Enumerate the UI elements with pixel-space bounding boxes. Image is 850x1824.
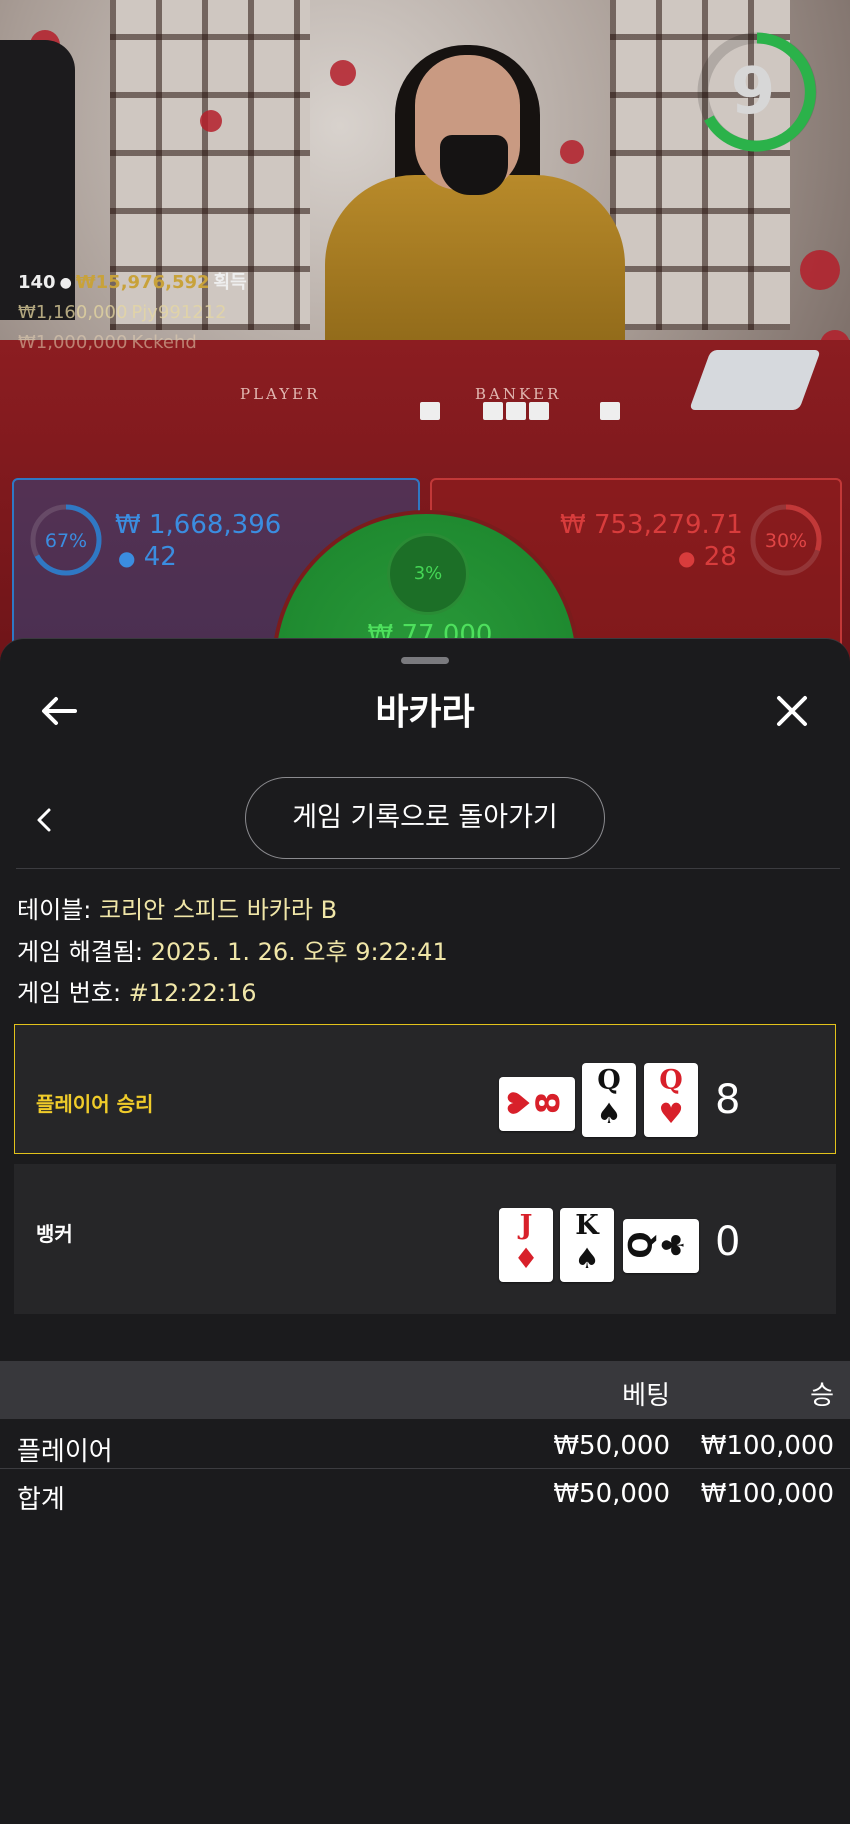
row-win: ₩100,000 [700, 1431, 834, 1461]
card-rank: J [519, 1210, 533, 1241]
card-suit: ♠ [596, 1097, 622, 1130]
banker-result-panel: 뱅커 J ♦ K ♠ Q ♣ 0 [14, 1164, 836, 1314]
player-score: 8 [715, 1077, 741, 1123]
card-rank: Q [597, 1065, 621, 1096]
card-rank: Q [659, 1065, 683, 1096]
divider [16, 868, 840, 869]
chevron-left-icon[interactable] [24, 798, 64, 842]
bets-table-header: 베팅 승 [0, 1361, 850, 1419]
row-name: 플레이어 [17, 1437, 113, 1467]
table-word-banker: BANKER [475, 385, 562, 403]
banker-result-label: 뱅커 [36, 1222, 73, 1246]
game-number-label: 게임 번호: [17, 979, 129, 1007]
banker-score: 0 [715, 1219, 741, 1265]
winner-name: Kckehd [131, 332, 197, 353]
card-suit: ♣ [656, 1231, 692, 1259]
live-video-stream: PLAYER BANKER 9 140 ● ₩15,976,592 획득 ₩1,… [0, 0, 850, 680]
user-icon: ● [118, 546, 136, 570]
table-row: 플레이어 ₩50,000 ₩100,000 [0, 1421, 850, 1469]
playing-card: Q ♥ [644, 1063, 698, 1137]
player-bettors: ● 42 [118, 542, 177, 572]
total-bet: ₩50,000 [553, 1479, 670, 1509]
blossom-decor [560, 140, 584, 164]
card-shoe [689, 350, 821, 410]
banker-bet-amount: ₩ 753,279.71 [560, 510, 743, 540]
banker-percent: 30% [764, 530, 808, 552]
dealt-card [529, 402, 549, 420]
blossom-decor [200, 110, 222, 132]
player-result-label: 플레이어 승리 [36, 1092, 154, 1116]
winner-amount: ₩1,160,000 [18, 302, 128, 323]
table-word-player: PLAYER [240, 385, 321, 403]
playing-card: K ♠ [560, 1208, 614, 1282]
player-bettors-count: 42 [143, 542, 177, 572]
divider [0, 1468, 850, 1469]
playing-card: J ♦ [499, 1208, 553, 1282]
resolved-info: 게임 해결됨: 2025. 1. 26. 오후 9:22:41 [17, 932, 448, 967]
player-bet-amount: ₩ 1,668,396 [115, 510, 282, 540]
game-number-value: #12:22:16 [128, 979, 257, 1007]
bet-column-header: 베팅 [622, 1381, 670, 1411]
total-won-suffix: 획득 [213, 272, 247, 293]
winner-amount: ₩1,000,000 [18, 332, 128, 353]
countdown-number: 9 [730, 55, 776, 129]
blossom-decor [330, 60, 356, 86]
dealer-mask [440, 135, 508, 195]
banker-bettors: ● 28 [678, 542, 737, 572]
table-total-row: 합계 ₩50,000 ₩100,000 [0, 1471, 850, 1519]
close-icon[interactable] [770, 689, 814, 733]
playing-card: ♥ 8 [499, 1077, 575, 1131]
back-to-history-button[interactable]: 게임 기록으로 돌아가기 [245, 777, 605, 859]
playing-card: Q ♣ [621, 1219, 699, 1273]
winners-stats: 140 ● ₩15,976,592 획득 ₩1,160,000 Pjy99121… [18, 268, 247, 358]
card-suit: ♠ [574, 1242, 600, 1275]
banker-bettors-count: 28 [703, 542, 737, 572]
sheet-title: 바카라 [375, 692, 475, 733]
dealt-card [600, 402, 620, 420]
table-label: 테이블: [17, 896, 99, 924]
total-win: ₩100,000 [700, 1479, 834, 1509]
table-info: 테이블: 코리안 스피드 바카라 B [17, 890, 337, 925]
total-name: 합계 [17, 1485, 65, 1515]
card-rank: Q [621, 1231, 660, 1259]
tie-percent: 3% [387, 533, 469, 615]
user-icon: ● [678, 546, 696, 570]
player-count: 140 [18, 272, 56, 293]
card-rank: 8 [529, 1091, 568, 1115]
player-percent: 67% [44, 530, 88, 552]
dealer-body [325, 175, 625, 365]
resolved-label: 게임 해결됨: [17, 938, 151, 966]
game-detail-sheet: 바카라 게임 기록으로 돌아가기 테이블: 코리안 스피드 바카라 B 게임 해… [0, 638, 850, 1824]
resolved-value: 2025. 1. 26. 오후 9:22:41 [150, 938, 448, 966]
playing-card: Q ♠ [582, 1063, 636, 1137]
win-column-header: 승 [810, 1381, 834, 1411]
dealt-card [483, 402, 503, 420]
card-suit: ♦ [513, 1242, 539, 1275]
user-icon: ● [59, 275, 72, 291]
total-won: ₩15,976,592 [75, 272, 210, 293]
card-rank: K [575, 1210, 599, 1241]
card-suit: ♥ [658, 1097, 684, 1130]
winner-name: Pjy991212 [131, 302, 227, 323]
table-value: 코리안 스피드 바카라 B [98, 896, 338, 924]
sheet-drag-handle[interactable] [401, 657, 449, 664]
blossom-decor [800, 250, 840, 290]
row-bet: ₩50,000 [553, 1431, 670, 1461]
player-result-panel: 플레이어 승리 ♥ 8 Q ♠ Q ♥ 8 [14, 1024, 836, 1154]
game-number-info: 게임 번호: #12:22:16 [17, 973, 257, 1008]
dealt-card [506, 402, 526, 420]
dealt-card [420, 402, 440, 420]
